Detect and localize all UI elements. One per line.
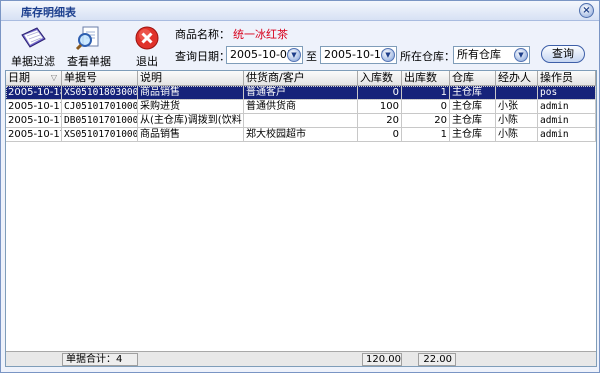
cell-operator[interactable]: admin (538, 128, 596, 142)
cell-operator[interactable]: admin (538, 100, 596, 114)
product-name-value: 统一冰红茶 (233, 28, 288, 41)
cell-handler[interactable] (496, 86, 538, 100)
view-label: 查看单据 (67, 55, 111, 68)
cell-out-qty[interactable]: 1 (402, 86, 450, 100)
cell-description[interactable]: 从(主仓库)调拨到(饮料 (138, 114, 244, 128)
col-header-operator[interactable]: 操作员 (538, 71, 596, 86)
in-qty-total: 120.00 (362, 353, 402, 366)
cell-doc-no[interactable]: XS051018030001 (62, 86, 138, 100)
filter-documents-button[interactable]: 单据过滤 (11, 25, 55, 69)
cell-description[interactable]: 采购进货 (138, 100, 244, 114)
cell-doc-no[interactable]: XS051017010001 (62, 128, 138, 142)
cell-in-qty[interactable]: 100 (358, 100, 402, 114)
cell-doc-no[interactable]: DB051017010001 (62, 114, 138, 128)
col-header-out-qty[interactable]: 出库数 (402, 71, 450, 86)
cell-date[interactable]: 2005-10-17 (6, 114, 62, 128)
cell-supplier-customer[interactable] (244, 114, 358, 128)
cell-supplier-customer[interactable]: 普通客户 (244, 86, 358, 100)
view-document-button[interactable]: 查看单据 (67, 25, 111, 69)
col-header-doc-no[interactable]: 单据号 (62, 71, 138, 86)
cell-out-qty[interactable]: 20 (402, 114, 450, 128)
notebook-icon (21, 27, 46, 48)
red-x-icon (135, 26, 159, 50)
cell-warehouse[interactable]: 主仓库 (450, 114, 496, 128)
cell-supplier-customer[interactable]: 普通供货商 (244, 100, 358, 114)
cell-in-qty[interactable]: 0 (358, 128, 402, 142)
exit-label: 退出 (136, 55, 158, 68)
date-to-value: 2005-10-19 (324, 48, 388, 61)
cell-operator[interactable]: admin (538, 114, 596, 128)
warehouse-label: 所在仓库： (400, 50, 455, 63)
dropdown-arrow-icon[interactable]: ▼ (287, 48, 301, 62)
cell-warehouse[interactable]: 主仓库 (450, 128, 496, 142)
cell-description[interactable]: 商品销售 (138, 128, 244, 142)
cell-operator[interactable]: pos (538, 86, 596, 100)
col-header-date[interactable]: 日期 ▽ (6, 71, 62, 86)
cell-handler[interactable]: 小陈 (496, 128, 538, 142)
table-footer: 单据合计：4 120.00 22.00 (6, 351, 596, 366)
sort-arrow-icon: ▽ (50, 73, 57, 82)
cell-doc-no[interactable]: CJ051017010001 (62, 100, 138, 114)
warehouse-select[interactable]: 所有仓库 ▼ (453, 46, 530, 64)
out-qty-total: 22.00 (418, 353, 456, 366)
document-count: 单据合计：4 (62, 353, 138, 366)
date-from-value: 2005-10-01 (230, 48, 294, 61)
title-bar: 库存明细表 × (1, 1, 599, 21)
date-separator: 至 (306, 50, 317, 63)
cell-out-qty[interactable]: 1 (402, 128, 450, 142)
cell-date[interactable]: 2005-10-17 (6, 100, 62, 114)
cell-handler[interactable]: 小陈 (496, 114, 538, 128)
cell-out-qty[interactable]: 0 (402, 100, 450, 114)
col-header-description[interactable]: 说明 (138, 71, 244, 86)
cell-warehouse[interactable]: 主仓库 (450, 100, 496, 114)
product-name-label: 商品名称： (175, 28, 230, 41)
exit-button[interactable]: 退出 (131, 25, 163, 69)
col-header-warehouse[interactable]: 仓库 (450, 71, 496, 86)
cell-handler[interactable]: 小张 (496, 100, 538, 114)
inventory-table[interactable]: 日期 ▽ 单据号 说明 供货商/客户 入库数 出库数 仓库 经办人 操作员 200… (5, 70, 597, 367)
query-date-label: 查询日期： (175, 50, 230, 63)
cell-description[interactable]: 商品销售 (138, 86, 244, 100)
cell-date[interactable]: 2005-10-18 (6, 86, 62, 100)
date-from-field[interactable]: 2005-10-01 ▼ (226, 46, 303, 64)
dropdown-arrow-icon[interactable]: ▼ (381, 48, 395, 62)
cell-warehouse[interactable]: 主仓库 (450, 86, 496, 100)
cell-supplier-customer[interactable]: 郑大校园超市 (244, 128, 358, 142)
dropdown-arrow-icon[interactable]: ▼ (514, 48, 528, 62)
cell-in-qty[interactable]: 20 (358, 114, 402, 128)
inventory-detail-window: 库存明细表 × 单据过滤 查看单据 退出 商品名称： 统一冰红茶 查询日期： 2… (0, 0, 600, 373)
col-header-supplier-customer[interactable]: 供货商/客户 (244, 71, 358, 86)
date-to-field[interactable]: 2005-10-19 ▼ (320, 46, 397, 64)
query-button[interactable]: 查询 (541, 45, 585, 63)
magnifier-document-icon (75, 26, 99, 51)
close-button[interactable]: × (579, 3, 594, 18)
col-header-in-qty[interactable]: 入库数 (358, 71, 402, 86)
window-title: 库存明细表 (21, 6, 76, 19)
filter-label: 单据过滤 (11, 55, 55, 68)
cell-date[interactable]: 2005-10-17 (6, 128, 62, 142)
col-header-handler[interactable]: 经办人 (496, 71, 538, 86)
cell-in-qty[interactable]: 0 (358, 86, 402, 100)
warehouse-value: 所有仓库 (457, 48, 501, 61)
